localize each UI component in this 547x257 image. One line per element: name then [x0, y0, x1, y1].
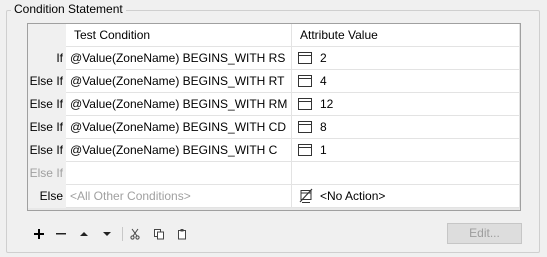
attribute-value-text: 2 [320, 51, 327, 65]
move-down-icon[interactable] [97, 224, 117, 244]
table-row-empty[interactable]: Else If [28, 162, 520, 185]
test-condition-cell[interactable]: @Value(ZoneName) BEGINS_WITH RS [66, 47, 292, 70]
value-icon [298, 74, 312, 87]
edit-button[interactable]: Edit... [447, 223, 522, 244]
value-icon [298, 143, 312, 156]
group-title: Condition Statement [11, 2, 126, 16]
table-row[interactable]: Else If @Value(ZoneName) BEGINS_WITH RM … [28, 93, 520, 116]
attribute-value-text: 12 [320, 97, 334, 111]
attribute-value-text: 1 [320, 143, 327, 157]
table-row[interactable]: If @Value(ZoneName) BEGINS_WITH RS 2 [28, 47, 520, 70]
row-label: Else If [28, 116, 66, 139]
cut-icon[interactable] [125, 224, 145, 244]
add-icon[interactable] [29, 224, 49, 244]
row-label: Else If [28, 70, 66, 93]
test-condition-cell[interactable]: @Value(ZoneName) BEGINS_WITH RT [66, 70, 292, 93]
attribute-value-cell[interactable]: <No Action> [292, 185, 520, 208]
horizontal-scrollbar[interactable] [28, 208, 520, 210]
paste-icon[interactable] [172, 224, 192, 244]
attribute-value-cell[interactable]: 2 [292, 47, 520, 70]
test-condition-cell[interactable]: <All Other Conditions> [66, 185, 292, 208]
table-row-else[interactable]: Else <All Other Conditions> <No Action> [28, 185, 520, 208]
move-up-icon[interactable] [74, 224, 94, 244]
test-condition-cell[interactable]: @Value(ZoneName) BEGINS_WITH RM [66, 93, 292, 116]
value-icon [298, 120, 312, 133]
table-row[interactable]: Else If @Value(ZoneName) BEGINS_WITH C 1 [28, 139, 520, 162]
attribute-value-cell[interactable]: 4 [292, 70, 520, 93]
test-condition-header[interactable]: Test Condition [66, 24, 292, 47]
row-label: Else If [28, 139, 66, 162]
attribute-value-cell[interactable] [292, 162, 520, 185]
table-row[interactable]: Else If @Value(ZoneName) BEGINS_WITH CD … [28, 116, 520, 139]
test-condition-cell[interactable]: @Value(ZoneName) BEGINS_WITH C [66, 139, 292, 162]
attribute-value-text: 8 [320, 120, 327, 134]
value-icon [298, 51, 312, 64]
attribute-value-cell[interactable]: 12 [292, 93, 520, 116]
header-corner [28, 24, 66, 47]
row-label: Else If [28, 93, 66, 116]
row-label: Else [28, 185, 66, 208]
attribute-value-cell[interactable]: 1 [292, 139, 520, 162]
value-icon [298, 97, 312, 110]
attribute-value-cell[interactable]: 8 [292, 116, 520, 139]
table-row[interactable]: Else If @Value(ZoneName) BEGINS_WITH RT … [28, 70, 520, 93]
attribute-value-text: 4 [320, 74, 327, 88]
attribute-value-header[interactable]: Attribute Value [292, 24, 520, 47]
no-action-text: <No Action> [320, 189, 386, 203]
test-condition-cell[interactable] [66, 162, 292, 185]
test-condition-cell[interactable]: @Value(ZoneName) BEGINS_WITH CD [66, 116, 292, 139]
no-action-icon [298, 188, 314, 204]
remove-icon[interactable] [51, 224, 71, 244]
row-label: If [28, 47, 66, 70]
toolbar-separator [122, 227, 123, 241]
table-header: Test Condition Attribute Value [28, 24, 520, 47]
row-label: Else If [28, 162, 66, 185]
copy-icon[interactable] [149, 224, 169, 244]
condition-table: Test Condition Attribute Value If @Value… [27, 23, 521, 211]
